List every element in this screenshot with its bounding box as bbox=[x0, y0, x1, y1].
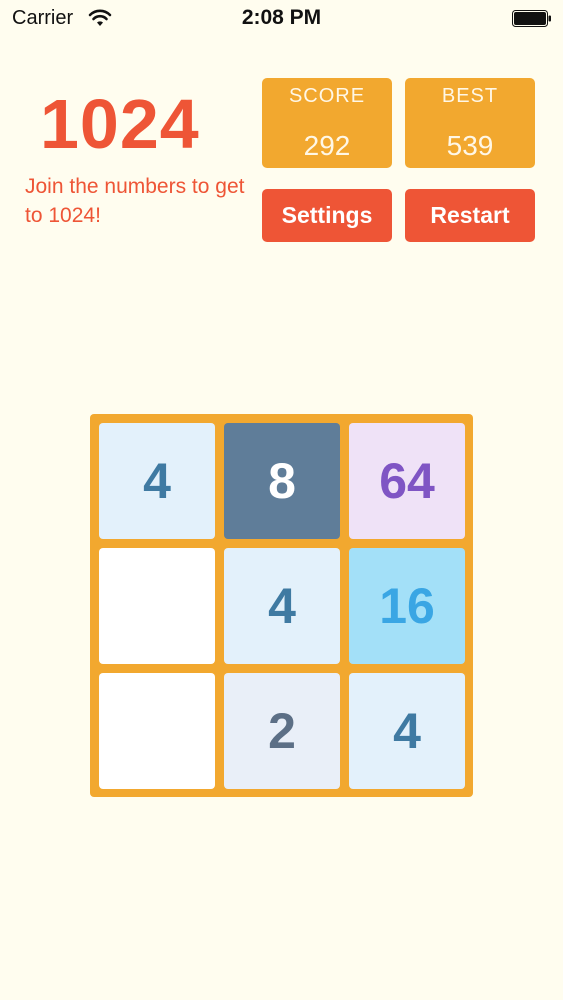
settings-button[interactable]: Settings bbox=[262, 189, 392, 242]
tile: 64 bbox=[349, 423, 465, 539]
game-subtitle: Join the numbers to get to 1024! bbox=[25, 175, 245, 227]
tile: 16 bbox=[349, 548, 465, 664]
game-title: 1024 bbox=[40, 85, 200, 163]
tile: 4 bbox=[349, 673, 465, 789]
restart-button[interactable]: Restart bbox=[405, 189, 535, 242]
score-value: 292 bbox=[303, 130, 351, 161]
empty-tile bbox=[99, 673, 215, 789]
best-value: 539 bbox=[446, 130, 494, 161]
tile: 8 bbox=[224, 423, 340, 539]
tile: 4 bbox=[99, 423, 215, 539]
score-box: SCORE 292 bbox=[262, 78, 392, 168]
score-label: SCORE bbox=[288, 85, 366, 107]
tile: 4 bbox=[224, 548, 340, 664]
battery-icon bbox=[512, 10, 551, 27]
empty-tile bbox=[99, 548, 215, 664]
game-board[interactable]: 4 8 64 4 16 2 4 bbox=[90, 414, 473, 797]
status-bar: Carrier 2:08 PM bbox=[0, 0, 563, 40]
clock: 2:08 PM bbox=[241, 6, 322, 29]
best-score-box: BEST 539 bbox=[405, 78, 535, 168]
tile: 2 bbox=[224, 673, 340, 789]
best-label: BEST bbox=[441, 85, 499, 107]
